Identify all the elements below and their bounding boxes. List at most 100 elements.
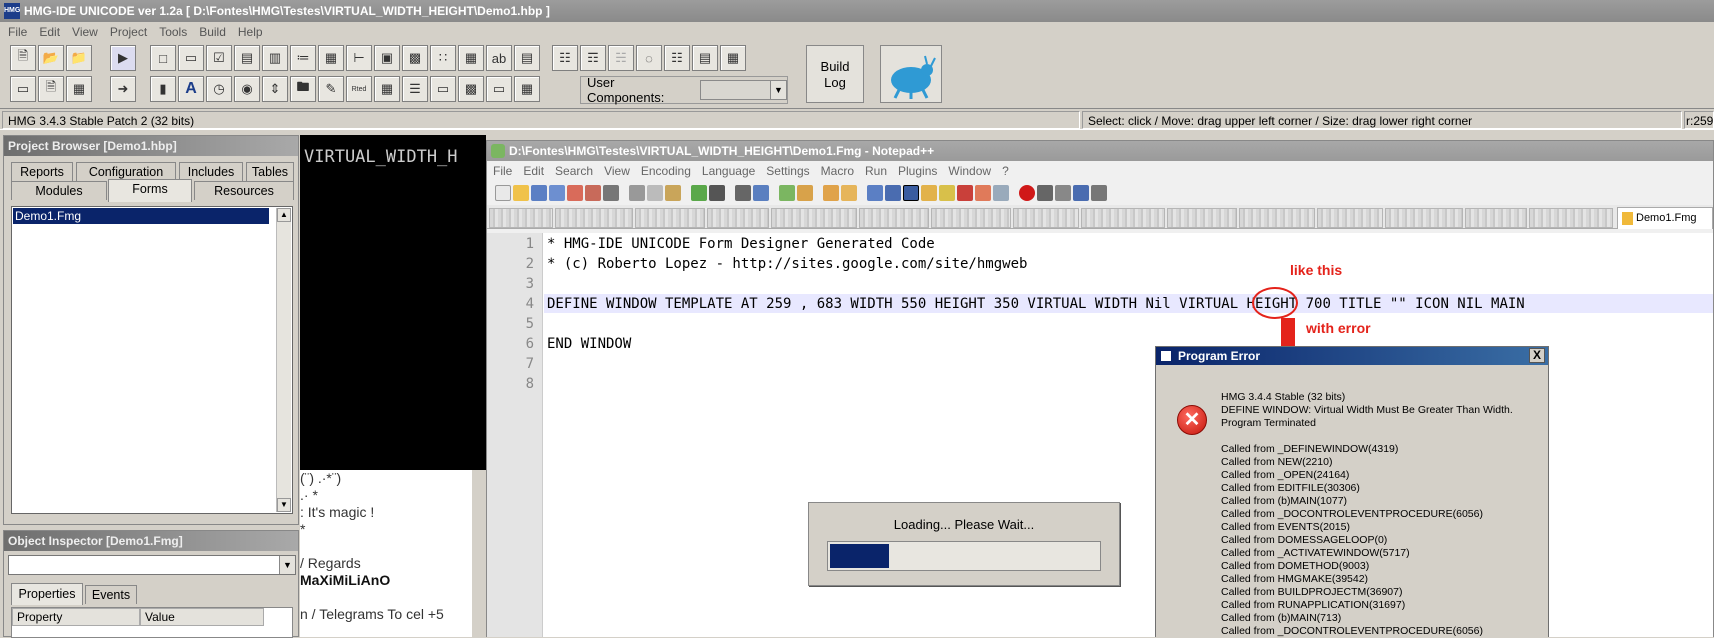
monitoring-icon[interactable]: [993, 185, 1009, 201]
tab-obscured[interactable]: [1239, 208, 1315, 228]
button-control-icon[interactable]: ▭: [178, 45, 204, 71]
tab-obscured[interactable]: [771, 208, 857, 228]
radio-button-icon[interactable]: ◉: [234, 76, 260, 102]
stop-macro-icon[interactable]: [1037, 185, 1053, 201]
tab-properties[interactable]: Properties: [11, 583, 83, 605]
label-control-icon[interactable]: □: [150, 45, 176, 71]
npp-menu-plugins[interactable]: Plugins: [898, 164, 937, 178]
table-icon[interactable]: ▦: [374, 76, 400, 102]
paste-icon[interactable]: [665, 185, 681, 201]
font-icon[interactable]: A: [178, 76, 204, 102]
tab-obscured[interactable]: [1465, 208, 1527, 228]
run-icon[interactable]: ▶: [110, 45, 136, 71]
object-select[interactable]: ▼: [8, 555, 296, 575]
tab-obscured[interactable]: [1385, 208, 1463, 228]
menu-view[interactable]: View: [72, 25, 98, 39]
frame-control-icon[interactable]: ▣: [374, 45, 400, 71]
menu-project[interactable]: Project: [110, 25, 147, 39]
menu-file[interactable]: File: [8, 25, 27, 39]
print-icon[interactable]: [603, 185, 619, 201]
pointer-icon[interactable]: ➜: [110, 76, 136, 102]
copy-icon[interactable]: [647, 185, 663, 201]
same-height-icon[interactable]: ☷: [664, 45, 690, 71]
align-center-icon[interactable]: ☶: [580, 45, 606, 71]
save-macro-icon[interactable]: [1091, 185, 1107, 201]
textbox-control-icon[interactable]: ab: [486, 45, 512, 71]
tab-obscured[interactable]: [1529, 208, 1613, 228]
tab-resources[interactable]: Resources: [194, 181, 294, 200]
sync-h-icon[interactable]: [841, 185, 857, 201]
panel-icon[interactable]: ▭: [486, 76, 512, 102]
doc-map-icon[interactable]: [939, 185, 955, 201]
same-width-icon[interactable]: ◌: [636, 45, 662, 71]
function-list-icon[interactable]: [957, 185, 973, 201]
close-all-icon[interactable]: [585, 185, 601, 201]
zoom-in-icon[interactable]: [779, 185, 795, 201]
editbox-control-icon[interactable]: ▤: [514, 45, 540, 71]
richedit-icon[interactable]: Rted: [346, 76, 372, 102]
npp-menu-language[interactable]: Language: [702, 164, 755, 178]
form-properties-icon[interactable]: ▦: [720, 45, 746, 71]
npp-menu-encoding[interactable]: Encoding: [641, 164, 691, 178]
browse-icon[interactable]: ▦: [514, 76, 540, 102]
replace-icon[interactable]: [753, 185, 769, 201]
record-macro-icon[interactable]: [1019, 185, 1035, 201]
grid-form-icon[interactable]: ▦: [66, 76, 92, 102]
new-file-icon[interactable]: 🗎: [10, 45, 36, 71]
column-header-property[interactable]: Property: [12, 608, 140, 626]
tab-obscured[interactable]: [707, 208, 769, 228]
tab-obscured[interactable]: [1081, 208, 1165, 228]
menu-help[interactable]: Help: [238, 25, 263, 39]
tab-obscured[interactable]: [1013, 208, 1079, 228]
clock-icon[interactable]: ◷: [206, 76, 232, 102]
run-macro-multiple-icon[interactable]: [1073, 185, 1089, 201]
close-file-icon[interactable]: [567, 185, 583, 201]
timer-control-icon[interactable]: ∷: [430, 45, 456, 71]
document-icon[interactable]: 🗎: [38, 76, 64, 102]
undo-icon[interactable]: [691, 185, 707, 201]
npp-menu-run[interactable]: Run: [865, 164, 887, 178]
tab-tables[interactable]: Tables: [246, 162, 294, 181]
sync-v-icon[interactable]: [823, 185, 839, 201]
column-header-value[interactable]: Value: [140, 608, 264, 626]
open-folder-icon[interactable]: 📂: [38, 45, 64, 71]
scroll-down-icon[interactable]: ▼: [277, 498, 291, 512]
scrollbar[interactable]: ▲ ▼: [276, 208, 291, 512]
tab-obscured[interactable]: [931, 208, 1011, 228]
progressbar-icon[interactable]: ▭: [430, 76, 456, 102]
npp-menu-search[interactable]: Search: [555, 164, 593, 178]
tab-modules[interactable]: Modules: [11, 181, 107, 200]
spinner-icon[interactable]: ⇕: [262, 76, 288, 102]
npp-menu-help[interactable]: ?: [1002, 164, 1009, 178]
folder-icon[interactable]: 🖿: [290, 76, 316, 102]
tab-demo1-fmg[interactable]: Demo1.Fmg: [1617, 207, 1713, 229]
tab-obscured[interactable]: [1317, 208, 1383, 228]
image-list-icon[interactable]: ▩: [458, 76, 484, 102]
tab-forms[interactable]: Forms: [108, 179, 192, 202]
tab-reports[interactable]: Reports: [11, 162, 73, 181]
wrap-icon[interactable]: [867, 185, 883, 201]
save-all-icon[interactable]: [549, 185, 565, 201]
menu-tools[interactable]: Tools: [159, 25, 187, 39]
tab-events[interactable]: Events: [85, 585, 137, 604]
scroll-up-icon[interactable]: ▲: [277, 208, 291, 222]
build-log-button[interactable]: Build Log: [806, 45, 864, 103]
npp-menu-settings[interactable]: Settings: [766, 164, 809, 178]
edit-form-icon[interactable]: ✎: [318, 76, 344, 102]
open-folder-icon[interactable]: [513, 185, 529, 201]
tab-obscured[interactable]: [489, 208, 553, 228]
play-macro-icon[interactable]: [1055, 185, 1071, 201]
calendar-control-icon[interactable]: ▦: [458, 45, 484, 71]
tab-obscured[interactable]: [555, 208, 633, 228]
npp-menu-edit[interactable]: Edit: [523, 164, 544, 178]
npp-menu-window[interactable]: Window: [948, 164, 991, 178]
tab-obscured[interactable]: [859, 208, 929, 228]
user-components-select[interactable]: ▼: [699, 80, 787, 100]
cut-icon[interactable]: [629, 185, 645, 201]
grid-control-icon[interactable]: ▦: [318, 45, 344, 71]
npp-menu-file[interactable]: File: [493, 164, 512, 178]
npp-menu-macro[interactable]: Macro: [821, 164, 854, 178]
tab-obscured[interactable]: [1167, 208, 1237, 228]
form-icon[interactable]: ▭: [10, 76, 36, 102]
tree-control-icon[interactable]: ⊢: [346, 45, 372, 71]
